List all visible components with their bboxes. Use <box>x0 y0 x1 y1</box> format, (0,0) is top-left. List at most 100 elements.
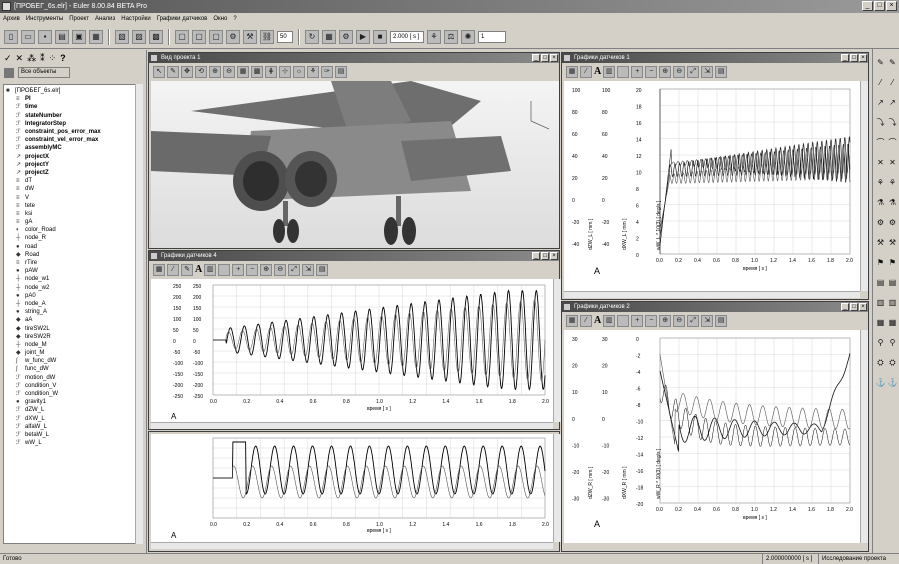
zoom-in-icon[interactable]: ⊕ <box>659 65 672 78</box>
curve-icon[interactable]: ⁄ <box>580 314 592 327</box>
flag-tool2-icon[interactable]: ⚑ <box>887 257 898 268</box>
fit-icon[interactable]: ▦ <box>237 65 249 78</box>
stop-icon[interactable]: ■ <box>373 29 387 44</box>
text-icon[interactable]: A <box>594 66 601 77</box>
legend-icon[interactable]: ▥ <box>204 263 217 276</box>
g2-min-icon[interactable]: _ <box>841 303 849 311</box>
filter-combo[interactable]: Все объекты <box>18 67 70 78</box>
win-min-icon[interactable]: _ <box>532 54 540 62</box>
menu-settings[interactable]: Настройки <box>121 13 150 25</box>
chart-icon[interactable]: ▨ <box>132 29 146 44</box>
graphs2-vscroll[interactable] <box>860 330 868 543</box>
help-icon[interactable]: ? <box>60 53 66 64</box>
animate-icon[interactable]: ✺ <box>461 29 475 44</box>
blank-icon[interactable] <box>617 65 630 78</box>
minimize-button[interactable]: _ <box>862 1 873 11</box>
tree-item[interactable]: ↗ projectX <box>6 153 142 161</box>
g2-close-icon[interactable]: × <box>859 303 867 311</box>
grid-icon[interactable]: ▦ <box>89 29 103 44</box>
blank-icon[interactable] <box>617 314 630 327</box>
run-icon[interactable]: ▶ <box>356 29 370 44</box>
curve-tool2-icon[interactable]: ⤵ <box>887 117 898 128</box>
g4-max-icon[interactable]: □ <box>541 252 549 260</box>
zoom-out2-icon[interactable]: ⊖ <box>274 263 287 276</box>
tree-item[interactable]: ◆ aA <box>6 316 142 324</box>
menu-archive[interactable]: Архив <box>3 13 20 25</box>
grid-view-icon[interactable]: ▩ <box>251 65 263 78</box>
3d-viewport[interactable] <box>151 81 559 248</box>
zoom-out2-icon[interactable]: ⊖ <box>673 314 686 327</box>
gear-tool2-icon[interactable]: ⚙ <box>887 217 898 228</box>
tree-item[interactable]: ∫ w_func_dW <box>6 357 142 365</box>
flag-tool-icon[interactable]: ⚑ <box>875 257 886 268</box>
curve-icon[interactable]: ⁄ <box>167 263 179 276</box>
flask-tool-icon[interactable]: ⚗ <box>875 197 886 208</box>
remove-icon[interactable]: − <box>645 65 658 78</box>
cross-icon[interactable]: ✕ <box>16 53 24 64</box>
arc-tool2-icon[interactable]: ⌒ <box>887 137 898 148</box>
arrow-tool2-icon[interactable]: ↗ <box>887 97 898 108</box>
fit-all-icon[interactable]: ⤢ <box>288 263 301 276</box>
paint-icon[interactable]: ⚘ <box>307 65 319 78</box>
pen-tool2-icon[interactable]: ✎ <box>887 57 898 68</box>
add-icon[interactable]: + <box>631 314 644 327</box>
graphs2-plot[interactable]: 30 20 10 0 -10 -20 -30 30 20 10 0 -10 -20 -30 0 -2 -4 -6 -… <box>564 330 860 543</box>
zoom-in-icon[interactable]: ⊕ <box>260 263 273 276</box>
chart-settings-icon[interactable]: ▦ <box>153 263 165 276</box>
remove-icon[interactable]: − <box>645 314 658 327</box>
cog-tool-icon[interactable]: ⛭ <box>875 357 886 368</box>
chart-settings-icon[interactable]: ▦ <box>566 314 578 327</box>
filter2-icon[interactable]: ⁑ <box>40 53 45 64</box>
export-icon[interactable]: ⇲ <box>701 65 714 78</box>
filter-icon[interactable]: ⁂ <box>27 53 36 64</box>
menu-window[interactable]: Окно <box>213 13 227 25</box>
time-field[interactable]: 2.000 [ s ] <box>390 30 424 43</box>
open-folder-icon[interactable]: ▭ <box>21 29 35 44</box>
brush-icon[interactable]: ✑ <box>321 65 333 78</box>
tree-item[interactable]: ● pA0 <box>6 292 142 300</box>
pencil-icon[interactable]: ✎ <box>181 263 193 276</box>
tree-item[interactable]: ℱalfaW_L <box>6 423 142 431</box>
tree-item[interactable]: ┼ node_R <box>6 234 142 242</box>
zoom-in-icon[interactable]: ⊕ <box>659 314 672 327</box>
tree-item[interactable]: ℱ IntegratorStep <box>6 120 142 128</box>
menu-sensor-graphs[interactable]: Графики датчиков <box>157 13 208 25</box>
columns-tool-icon[interactable]: ▥ <box>875 297 886 308</box>
text-icon[interactable]: A <box>195 264 202 275</box>
flower-tool-icon[interactable]: ⚘ <box>875 177 886 188</box>
window2-icon[interactable]: ▢ <box>192 29 206 44</box>
tree-item[interactable]: ℱstateNumber <box>6 112 142 120</box>
cross-tool2-icon[interactable]: ✕ <box>887 157 898 168</box>
gear-tool-icon[interactable]: ⚙ <box>875 217 886 228</box>
export-icon[interactable]: ⇲ <box>701 314 714 327</box>
graphs4-hscroll[interactable] <box>151 422 553 429</box>
legend-icon[interactable]: ▥ <box>603 65 616 78</box>
cross-tool-icon[interactable]: ✕ <box>875 157 886 168</box>
tree-item[interactable]: ● gravity1 <box>6 398 142 406</box>
table2-icon[interactable]: ▤ <box>715 65 728 78</box>
tree-item[interactable]: ℱconstraint_vel_error_max <box>6 136 142 144</box>
blank-icon[interactable] <box>218 263 231 276</box>
grid2-icon[interactable]: ▦ <box>322 29 336 44</box>
g1-max-icon[interactable]: □ <box>850 54 858 62</box>
text-icon[interactable]: A <box>594 315 601 326</box>
graphs1-plot[interactable]: 100 80 60 40 20 0 -20 -40 100 80 60 40 20 0 -20 -40 20 18… <box>564 81 860 291</box>
object-tree[interactable]: ■ [ПРОБЕГ_6s.elr] ≡ PI ℱtime ℱstateNumber ℱ Int… <box>3 84 143 544</box>
fit-all-icon[interactable]: ⤢ <box>687 65 700 78</box>
columns-tool2-icon[interactable]: ▥ <box>887 297 898 308</box>
zoom-out-icon[interactable]: ⊖ <box>223 65 235 78</box>
document-icon[interactable]: ▧ <box>115 29 129 44</box>
tree-item[interactable]: ℱtime <box>6 103 142 111</box>
frame-field[interactable]: 1 <box>478 30 506 43</box>
model-icon[interactable]: ⚒ <box>243 29 257 44</box>
legend-icon[interactable]: ▥ <box>603 314 616 327</box>
graphs1-vscroll[interactable] <box>860 81 868 291</box>
graphs4-plot[interactable]: 250 200 150 100 50 0 -50 -100 -150 -200 -250 250 200… <box>151 279 553 422</box>
curve-tool-icon[interactable]: ⤵ <box>875 117 886 128</box>
tree-item[interactable]: ┼ node_w1 <box>6 275 142 283</box>
tree-item[interactable]: ◆ tireSW2L <box>6 324 142 332</box>
move-icon[interactable]: ✥ <box>181 65 193 78</box>
tree-item[interactable]: ● pAW <box>6 267 142 275</box>
win-max-icon[interactable]: □ <box>541 54 549 62</box>
flower-tool2-icon[interactable]: ⚘ <box>887 177 898 188</box>
